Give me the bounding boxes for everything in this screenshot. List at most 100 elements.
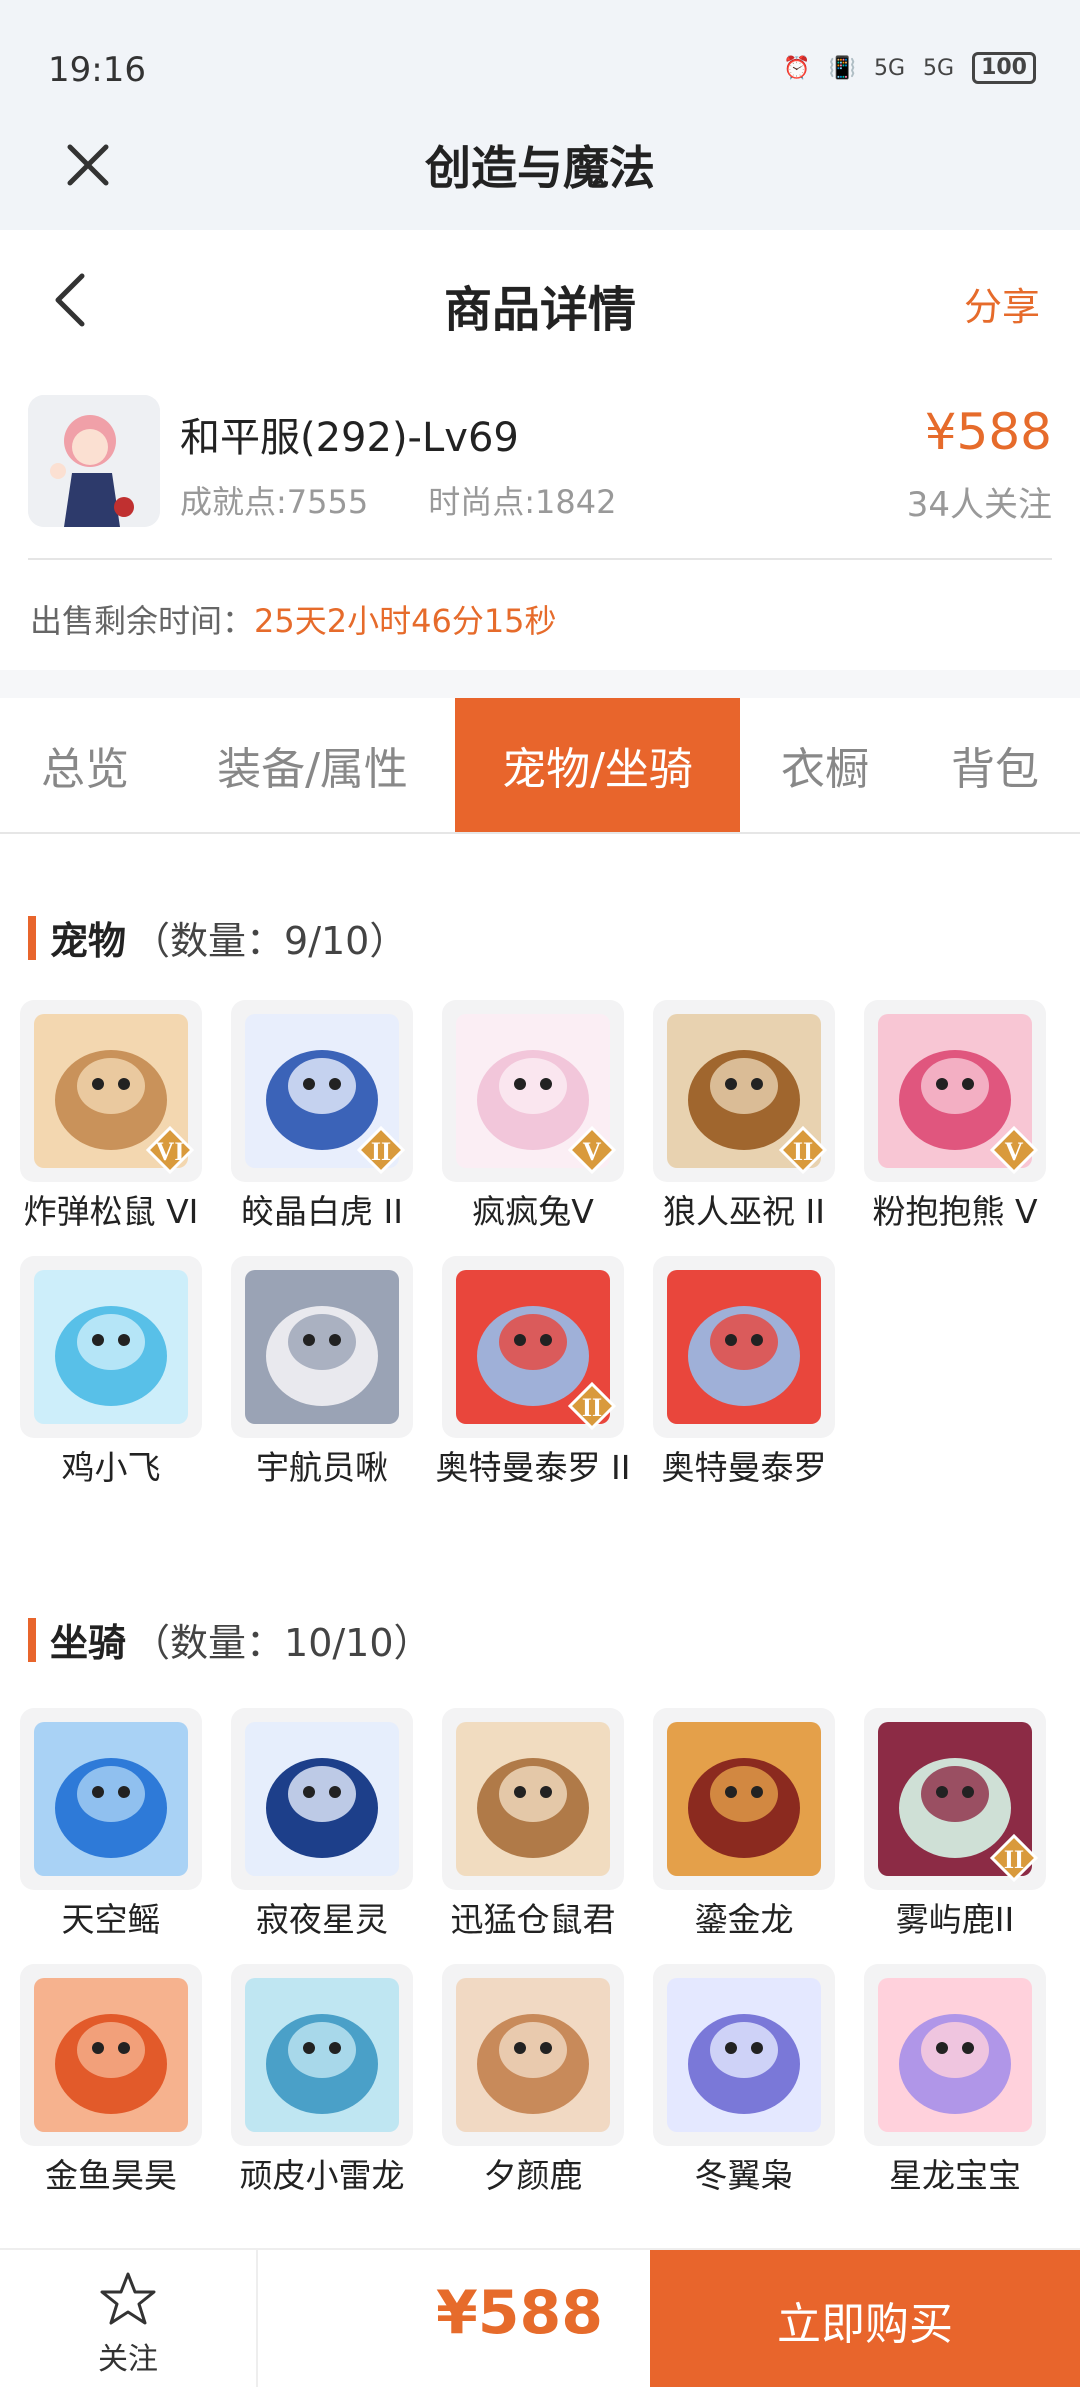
pet-item[interactable]: II 狼人巫祝 II: [644, 1000, 844, 1234]
pet-thumbnail-icon: [20, 1256, 202, 1438]
mount-item[interactable]: 天空鳐: [11, 1708, 211, 1942]
section-gap: [0, 670, 1080, 698]
follower-count: 34人关注: [906, 485, 1052, 525]
svg-text:VI: VI: [156, 1137, 185, 1166]
signal-icon: 5G: [873, 55, 906, 81]
tab-wardrobe[interactable]: 衣橱: [740, 698, 910, 832]
mount-item[interactable]: 迅猛仓鼠君: [433, 1708, 633, 1942]
tab-equipment[interactable]: 装备/属性: [170, 698, 455, 832]
mount-item[interactable]: 冬翼枭: [644, 1964, 844, 2198]
page-title: 商品详情: [443, 282, 636, 338]
creature-icon: [667, 1978, 821, 2132]
item-name: 狼人巫祝 II: [663, 1192, 825, 1231]
item-name: 冬翼枭: [694, 2156, 794, 2195]
pet-item[interactable]: V 疯疯兔V: [433, 1000, 633, 1234]
item-name: 疯疯兔V: [472, 1192, 594, 1231]
mount-thumbnail-icon: [653, 1708, 835, 1890]
pet-item[interactable]: 宇航员啾: [222, 1256, 422, 1490]
divider: [28, 558, 1052, 560]
creature-icon: [245, 1270, 399, 1424]
mount-thumbnail-icon: [20, 1964, 202, 2146]
item-name: 雾屿鹿II: [895, 1900, 1015, 1939]
app-bar: 创造与魔法: [0, 130, 1080, 230]
creature-icon: VI: [34, 1014, 195, 1175]
creature-icon: [34, 1722, 188, 1876]
creature-icon: [667, 1270, 821, 1424]
item-name: 鎏金龙: [694, 1900, 794, 1939]
pet-item[interactable]: II 奥特曼泰罗 II: [433, 1256, 633, 1490]
mount-thumbnail-icon: [231, 1964, 413, 2146]
item-name: 星龙宝宝: [889, 2156, 1021, 2195]
sale-label: 出售剩余时间：: [30, 602, 255, 640]
pet-thumbnail-icon: [231, 1256, 413, 1438]
pet-item[interactable]: V 粉抱抱熊 V: [855, 1000, 1055, 1234]
battery-icon: 100: [972, 52, 1036, 84]
svg-text:II: II: [371, 1137, 391, 1166]
sale-remaining: 出售剩余时间：25天2小时46分15秒: [30, 596, 557, 642]
mount-item[interactable]: 夕颜鹿: [433, 1964, 633, 2198]
pet-item[interactable]: 鸡小飞: [11, 1256, 211, 1490]
mount-item[interactable]: 鎏金龙: [644, 1708, 844, 1942]
item-name: 皎晶白虎 II: [241, 1192, 403, 1231]
achievement-points: 成就点:7555: [180, 483, 369, 521]
bottom-bar: 关注 ¥588 立即购买: [0, 2248, 1080, 2387]
star-icon: [100, 2272, 156, 2325]
item-name: 寂夜星灵: [256, 1900, 388, 1939]
item-name: 夕颜鹿: [483, 2156, 583, 2195]
item-name: 奥特曼泰罗: [661, 1448, 827, 1487]
tab-overview[interactable]: 总览: [0, 698, 170, 832]
product-summary: 和平服(292)-Lv69 成就点:7555 时尚点:1842 ¥588 34人…: [0, 365, 1080, 560]
item-name: 炸弹松鼠 VI: [23, 1192, 199, 1231]
creature-icon: II: [667, 1014, 828, 1175]
tab-backpack[interactable]: 背包: [910, 698, 1080, 832]
section-marker: [28, 1617, 36, 1662]
total-price: ¥588: [436, 2278, 603, 2348]
mount-item[interactable]: II 雾屿鹿II: [855, 1708, 1055, 1942]
creature-icon: [667, 1722, 821, 1876]
pet-item[interactable]: VI 炸弹松鼠 VI: [11, 1000, 211, 1234]
follow-label: 关注: [98, 2342, 158, 2377]
svg-text:V: V: [1005, 1137, 1024, 1166]
mount-thumbnail-icon: [231, 1708, 413, 1890]
mount-thumbnail-icon: [442, 1708, 624, 1890]
mount-thumbnail-icon: [442, 1964, 624, 2146]
status-icons: ⏰ 📳 5G 5G 100: [783, 52, 1036, 84]
mount-thumbnail-icon: [20, 1708, 202, 1890]
share-button[interactable]: 分享: [964, 276, 1040, 331]
buy-now-button[interactable]: 立即购买: [650, 2250, 1080, 2387]
pet-thumbnail-icon: V: [442, 1000, 624, 1182]
follow-button[interactable]: 关注: [0, 2250, 258, 2387]
mount-item[interactable]: 寂夜星灵: [222, 1708, 422, 1942]
pet-thumbnail-icon: II: [653, 1000, 835, 1182]
pet-item[interactable]: II 皎晶白虎 II: [222, 1000, 422, 1234]
item-name: 宇航员啾: [256, 1448, 388, 1487]
creature-icon: II: [878, 1722, 1039, 1883]
svg-text:II: II: [1004, 1845, 1024, 1874]
creature-icon: II: [245, 1014, 406, 1175]
creature-icon: V: [878, 1014, 1039, 1175]
pets-section-title: 宠物 （数量：9/10）: [28, 910, 407, 965]
item-name: 天空鳐: [61, 1900, 161, 1939]
pets-title: 宠物: [50, 919, 127, 963]
item-name: 粉抱抱熊 V: [872, 1192, 1038, 1231]
pet-thumbnail-icon: II: [442, 1256, 624, 1438]
mount-item[interactable]: 星龙宝宝: [855, 1964, 1055, 2198]
item-name: 顽皮小雷龙: [239, 2156, 405, 2195]
pets-count: （数量：9/10）: [132, 919, 408, 963]
mount-thumbnail-icon: [653, 1964, 835, 2146]
mount-thumbnail-icon: II: [864, 1708, 1046, 1890]
avatar: [28, 395, 160, 527]
signal-icon: 5G: [923, 55, 955, 81]
creature-icon: [245, 1978, 399, 2132]
tab-pets-mounts[interactable]: 宠物/坐骑: [455, 698, 740, 832]
vibrate-icon: 📳: [828, 55, 856, 81]
item-name: 奥特曼泰罗 II: [435, 1448, 631, 1487]
pet-item[interactable]: 奥特曼泰罗: [644, 1256, 844, 1490]
page-header: 商品详情 分享: [0, 230, 1080, 365]
creature-icon: [456, 1722, 610, 1876]
mount-thumbnail-icon: [864, 1964, 1046, 2146]
app-title: 创造与魔法: [425, 141, 655, 195]
mount-item[interactable]: 顽皮小雷龙: [222, 1964, 422, 2198]
pet-thumbnail-icon: V: [864, 1000, 1046, 1182]
mount-item[interactable]: 金鱼昊昊: [11, 1964, 211, 2198]
